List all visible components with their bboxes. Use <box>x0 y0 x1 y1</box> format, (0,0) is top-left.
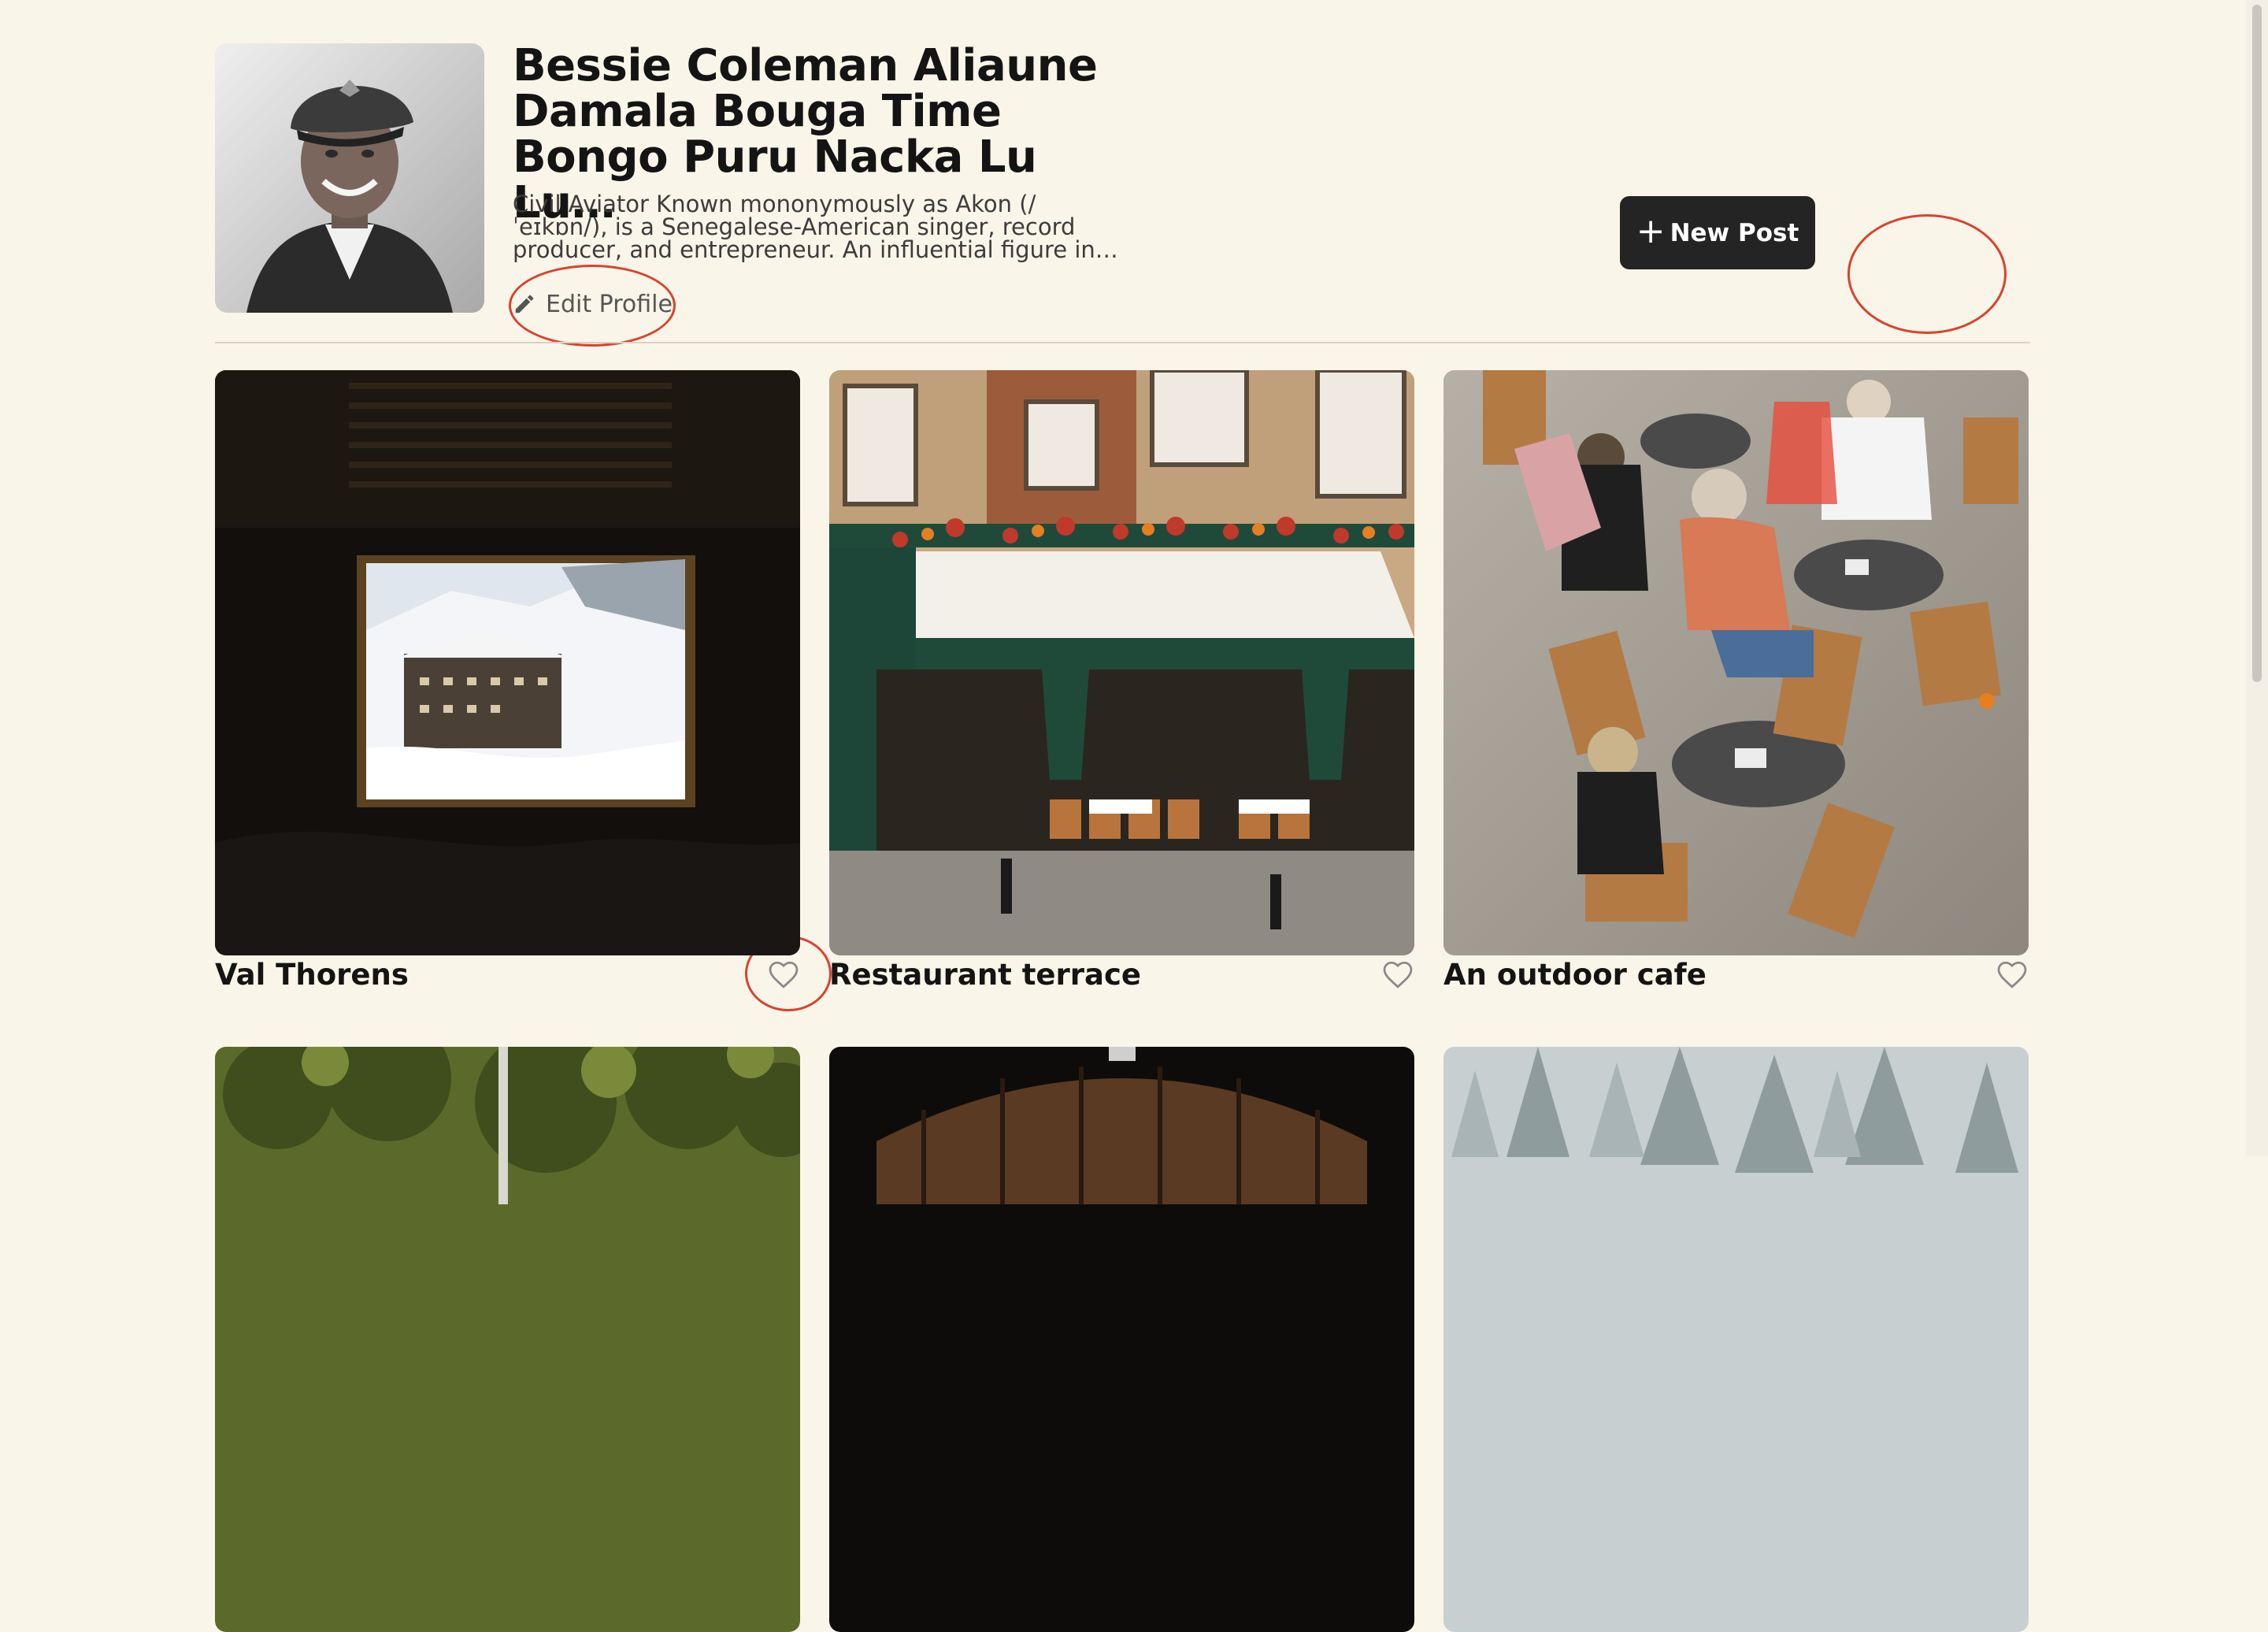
post-image[interactable] <box>215 1047 800 1632</box>
heart-icon <box>1383 961 1413 988</box>
post-card[interactable]: Restaurant terrace <box>829 370 1414 992</box>
profile-header: Bessie Coleman Aliaune Damala Bouga Time… <box>215 43 2030 343</box>
wooden-ceiling-photo <box>829 1047 1414 1632</box>
post-caption-row: An outdoor cafe <box>1443 959 2029 992</box>
plus-icon: + <box>1636 210 1666 251</box>
new-post-label: New Post <box>1670 218 1799 247</box>
profile-bio: Civil Aviator Known mononymously as Akon… <box>513 191 1118 263</box>
new-post-button[interactable]: + New Post <box>1620 196 1815 269</box>
post-title: Restaurant terrace <box>829 958 1141 992</box>
page-scrollbar[interactable] <box>2246 0 2268 1156</box>
post-image[interactable] <box>215 370 800 955</box>
profile-avatar[interactable] <box>215 43 484 313</box>
post-image[interactable] <box>1443 370 2029 955</box>
header-divider <box>215 342 2030 343</box>
like-button[interactable] <box>767 959 800 992</box>
scrollbar-thumb[interactable] <box>2252 5 2262 682</box>
post-card[interactable] <box>215 1047 800 1632</box>
forest-photo <box>215 1047 800 1632</box>
outdoor-cafe-photo <box>1443 370 2029 955</box>
post-caption-row: Val Thorens <box>215 959 800 992</box>
edit-profile-button[interactable]: Edit Profile <box>513 280 673 328</box>
post-caption-row: Restaurant terrace <box>829 959 1414 992</box>
post-image[interactable] <box>829 1047 1414 1632</box>
post-card[interactable] <box>829 1047 1414 1632</box>
profile-page: Bessie Coleman Aliaune Damala Bouga Time… <box>0 0 2268 1632</box>
like-button[interactable] <box>1996 959 2029 992</box>
heart-icon <box>769 961 799 988</box>
post-title: An outdoor cafe <box>1443 958 1707 992</box>
like-button[interactable] <box>1381 959 1414 992</box>
snowy-forest-photo <box>1443 1047 2029 1632</box>
window-snow-photo <box>215 370 800 955</box>
post-card[interactable]: Val Thorens <box>215 370 800 992</box>
post-image[interactable] <box>1443 1047 2029 1632</box>
restaurant-terrace-photo <box>829 370 1414 955</box>
pencil-icon <box>515 295 534 313</box>
post-image[interactable] <box>829 370 1414 955</box>
post-card[interactable] <box>1443 1047 2029 1632</box>
person-portrait-icon <box>215 43 484 313</box>
heart-icon <box>1997 961 2027 988</box>
post-title: Val Thorens <box>215 958 409 992</box>
post-card[interactable]: An outdoor cafe <box>1443 370 2029 992</box>
edit-profile-label: Edit Profile <box>546 290 673 318</box>
